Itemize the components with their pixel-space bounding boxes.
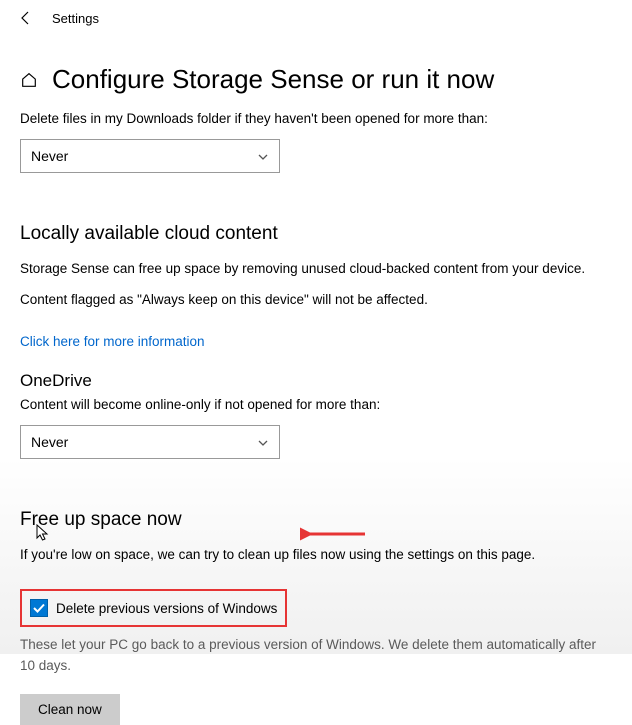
delete-previous-versions-label: Delete previous versions of Windows — [56, 601, 277, 616]
chevron-down-icon — [257, 150, 269, 162]
downloads-description: Delete files in my Downloads folder if t… — [20, 109, 612, 129]
chevron-down-icon — [257, 436, 269, 448]
onedrive-description: Content will become online-only if not o… — [20, 395, 612, 415]
onedrive-heading: OneDrive — [20, 371, 612, 391]
onedrive-period-dropdown[interactable]: Never — [20, 425, 280, 459]
onedrive-selected-value: Never — [31, 434, 68, 450]
cloud-info-link[interactable]: Click here for more information — [20, 334, 205, 349]
downloads-period-dropdown[interactable]: Never — [20, 139, 280, 173]
back-arrow-icon[interactable] — [18, 10, 34, 26]
cloud-content-heading: Locally available cloud content — [20, 223, 612, 245]
page-title: Configure Storage Sense or run it now — [52, 64, 494, 95]
header-title: Settings — [52, 11, 99, 26]
annotation-highlight-box: Delete previous versions of Windows — [20, 589, 287, 627]
clean-now-button[interactable]: Clean now — [20, 694, 120, 725]
freeup-heading: Free up space now — [20, 509, 612, 531]
cloud-desc-2: Content flagged as "Always keep on this … — [20, 290, 612, 310]
cloud-desc-1: Storage Sense can free up space by remov… — [20, 259, 612, 279]
freeup-note: These let your PC go back to a previous … — [20, 635, 612, 676]
downloads-selected-value: Never — [31, 148, 68, 164]
freeup-description: If you're low on space, we can try to cl… — [20, 545, 612, 565]
home-icon[interactable] — [20, 71, 38, 89]
delete-previous-versions-checkbox[interactable] — [30, 599, 48, 617]
